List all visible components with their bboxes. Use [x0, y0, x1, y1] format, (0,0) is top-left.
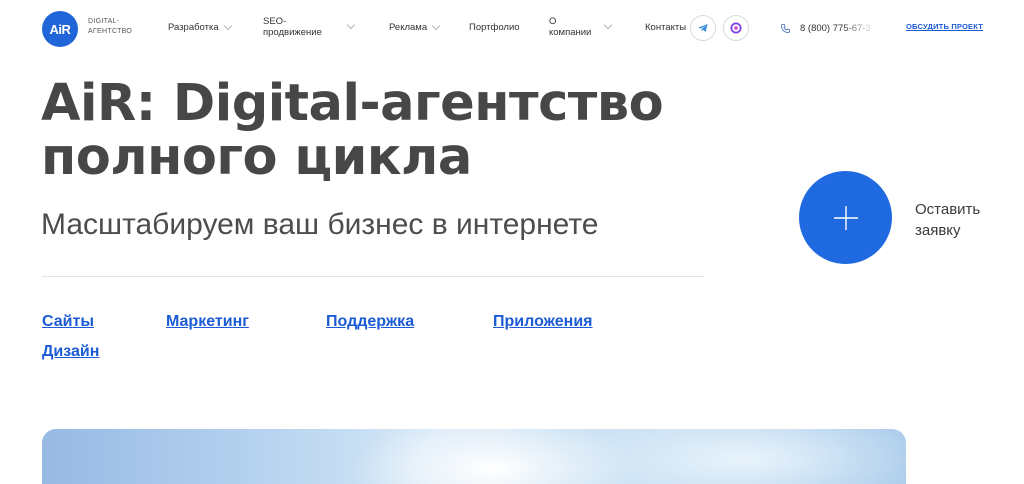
nav-contacts[interactable]: Контакты	[645, 22, 686, 33]
phone-link[interactable]: 8 (800) 775-67-3	[778, 21, 876, 35]
site-header: AiR DIGITAL- АГЕНТСТВО Разработка SEO- п…	[0, 0, 1024, 56]
chevron-down-icon	[431, 21, 441, 30]
nav-about[interactable]: О компании	[549, 16, 613, 38]
service-link-apps[interactable]: Приложения	[493, 313, 593, 331]
chevron-down-icon	[604, 20, 613, 30]
service-link-sites[interactable]: Сайты	[42, 313, 94, 331]
nav-development[interactable]: Разработка	[168, 21, 232, 33]
nav-portfolio[interactable]: Портфолио	[469, 22, 520, 33]
phone-number: 8 (800) 775-67-3	[800, 22, 871, 34]
leave-request-button[interactable]	[799, 171, 892, 264]
hero-banner-image	[42, 429, 906, 484]
chevron-down-icon	[223, 21, 232, 30]
hero-subtitle: Масштабируем ваш бизнес в интернете	[41, 208, 599, 241]
telegram-button[interactable]	[690, 15, 716, 41]
logo[interactable]: AiR	[42, 11, 78, 47]
discuss-project-link[interactable]: ОБСУДИТЬ ПРОЕКТ	[906, 22, 983, 31]
leave-request-label[interactable]: Оставить заявку	[915, 199, 980, 241]
logo-subtitle: DIGITAL- АГЕНТСТВО	[88, 18, 133, 35]
service-link-support[interactable]: Поддержка	[326, 313, 414, 331]
plus-icon	[833, 205, 858, 230]
page-title: AiR: Digital-агентство полного цикла	[41, 74, 664, 187]
logo-text: AiR	[49, 21, 71, 37]
service-link-marketing[interactable]: Маркетинг	[166, 313, 249, 331]
phone-icon	[778, 21, 792, 35]
nav-seo[interactable]: SEO- продвижение	[263, 16, 356, 38]
nav-ads[interactable]: Реклама	[389, 21, 441, 33]
messenger-button[interactable]	[723, 15, 749, 41]
messenger-icon	[730, 22, 742, 34]
divider	[42, 276, 704, 277]
chevron-down-icon	[346, 20, 356, 30]
service-link-design[interactable]: Дизайн	[42, 343, 99, 361]
telegram-icon	[698, 24, 708, 32]
